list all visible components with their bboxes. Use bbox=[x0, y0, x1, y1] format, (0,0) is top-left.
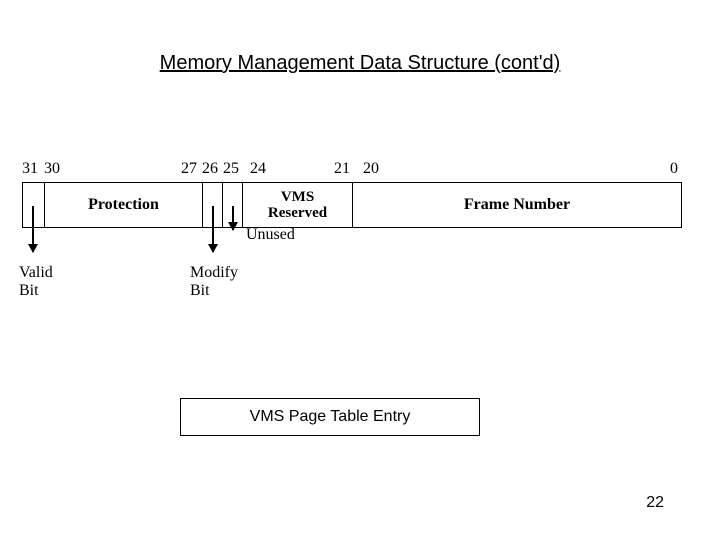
pte-diagram: 31 30 27 26 25 24 21 20 0 Protection VMS… bbox=[22, 160, 682, 228]
valid-l1: Valid bbox=[19, 264, 53, 281]
bit-label-31: 31 bbox=[22, 160, 38, 178]
label-unused: Unused bbox=[246, 226, 295, 244]
bit-label-21: 21 bbox=[334, 160, 350, 178]
bit-label-0: 0 bbox=[670, 160, 678, 178]
bit-label-20: 20 bbox=[363, 160, 379, 178]
label-valid-bit: Valid Bit bbox=[19, 264, 53, 301]
arrow-valid-bit bbox=[32, 206, 34, 252]
bit-label-24: 24 bbox=[250, 160, 266, 178]
arrow-modify-bit bbox=[212, 206, 214, 252]
bit-index-row: 31 30 27 26 25 24 21 20 0 bbox=[22, 160, 682, 182]
arrow-unused bbox=[232, 206, 234, 230]
page-number: 22 bbox=[646, 494, 664, 512]
field-protection: Protection bbox=[45, 183, 203, 227]
bit-label-30: 30 bbox=[44, 160, 60, 178]
modify-l1: Modify bbox=[190, 264, 238, 281]
field-valid-bit bbox=[23, 183, 45, 227]
label-modify-bit: Modify Bit bbox=[190, 264, 238, 301]
bit-label-27: 27 bbox=[181, 160, 197, 178]
vms-reserved-line1: VMS bbox=[281, 189, 314, 206]
modify-l2: Bit bbox=[190, 282, 210, 299]
bit-label-25: 25 bbox=[223, 160, 239, 178]
pte-fields: Protection VMS Reserved Frame Number bbox=[22, 182, 682, 228]
field-frame-number: Frame Number bbox=[353, 183, 681, 227]
field-vms-reserved: VMS Reserved bbox=[243, 183, 353, 227]
bit-label-26: 26 bbox=[202, 160, 218, 178]
vms-reserved-line2: Reserved bbox=[268, 205, 327, 222]
diagram-caption: VMS Page Table Entry bbox=[180, 398, 480, 436]
page-title: Memory Management Data Structure (cont'd… bbox=[0, 52, 720, 75]
valid-l2: Bit bbox=[19, 282, 39, 299]
